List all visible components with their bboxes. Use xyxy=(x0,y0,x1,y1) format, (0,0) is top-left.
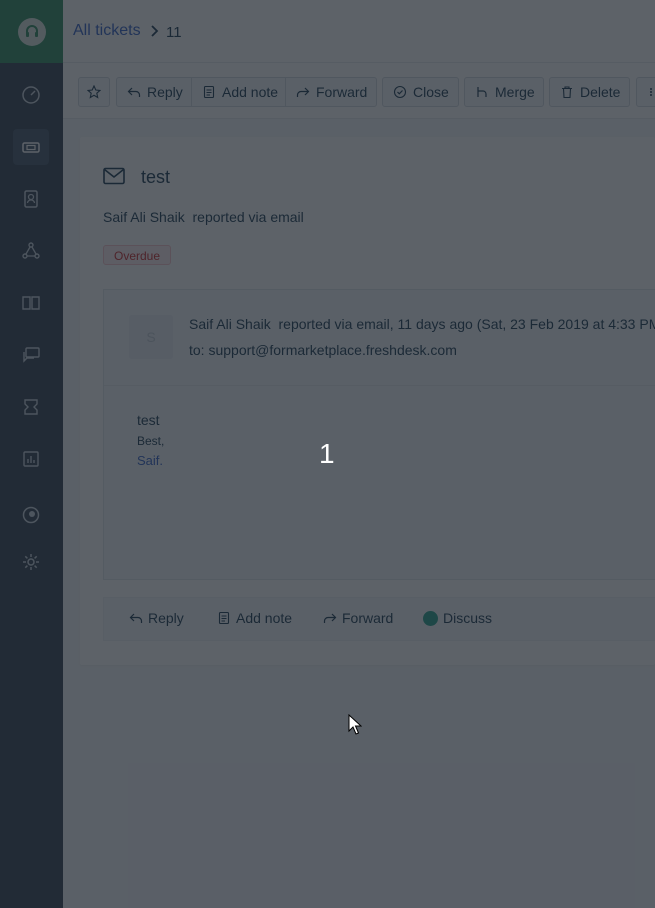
tickets-icon[interactable] xyxy=(13,129,49,165)
forward-icon xyxy=(323,613,337,623)
mouse-cursor-icon xyxy=(348,714,362,735)
more-options-button[interactable] xyxy=(636,77,655,107)
forward-label: Forward xyxy=(342,610,394,626)
ticket-toolbar: Reply Add note Forward Close Merge Delet… xyxy=(63,63,655,119)
avatar: S xyxy=(129,315,173,359)
reporter-name[interactable]: Saif Ali Shaik xyxy=(103,209,185,225)
breadcrumb-ticket-id: 11 xyxy=(166,24,182,41)
bottom-reply-button[interactable]: Reply xyxy=(129,610,184,626)
close-label: Close xyxy=(413,84,449,100)
breadcrumb-all-tickets[interactable]: All tickets xyxy=(73,22,141,40)
merge-button[interactable]: Merge xyxy=(464,77,544,107)
discuss-icon xyxy=(423,610,438,626)
headset-icon xyxy=(17,17,46,46)
reply-label: Reply xyxy=(147,84,183,100)
ticket-card: test Saif Ali Shaik reported via email O… xyxy=(80,137,655,665)
reply-button[interactable]: Reply xyxy=(116,77,192,107)
add-note-button[interactable]: Add note xyxy=(191,77,286,107)
forward-label: Forward xyxy=(316,84,368,100)
bottom-add-note-button[interactable]: Add note xyxy=(217,610,292,626)
reply-action-bar: Reply Add note Forward Discuss xyxy=(103,597,655,641)
sent-info: reported via email, 11 days ago (Sat, 23… xyxy=(278,316,655,332)
message-body: test Best, Saif. xyxy=(137,412,164,468)
conversation-meta: Saif Ali Shaik reported via email, 11 da… xyxy=(189,316,655,332)
freshchat-icon[interactable] xyxy=(13,497,49,533)
add-note-label: Add note xyxy=(222,84,279,100)
solutions-icon[interactable] xyxy=(13,285,49,321)
step-number: 1 xyxy=(319,438,335,469)
chevron-right-icon xyxy=(151,25,159,37)
star-button[interactable] xyxy=(78,77,110,107)
body-line: Best, xyxy=(137,434,165,448)
reports-icon[interactable] xyxy=(13,441,49,477)
merge-icon xyxy=(477,87,487,97)
discuss-button[interactable]: Discuss xyxy=(423,610,492,626)
forward-button[interactable]: Forward xyxy=(285,77,377,107)
header: All tickets 11 xyxy=(63,0,655,63)
freshdesk-logo[interactable] xyxy=(0,0,63,63)
reply-icon xyxy=(129,613,143,623)
sender-name[interactable]: Saif Ali Shaik xyxy=(189,316,271,332)
conversation-header: S Saif Ali Shaik reported via email, 11 … xyxy=(104,290,655,386)
reported-via: reported via email xyxy=(192,209,304,225)
note-icon xyxy=(218,611,230,625)
forums-icon[interactable] xyxy=(13,337,49,373)
more-vertical-icon xyxy=(650,88,652,96)
add-note-label: Add note xyxy=(236,610,293,626)
body-line: Saif. xyxy=(137,453,164,468)
check-circle-icon xyxy=(393,85,407,99)
merge-label: Merge xyxy=(495,84,535,100)
star-icon xyxy=(87,85,101,99)
social-icon[interactable] xyxy=(13,233,49,269)
delete-button[interactable]: Delete xyxy=(549,77,630,107)
trash-icon xyxy=(562,86,572,99)
delete-label: Delete xyxy=(580,84,621,100)
body-line: test xyxy=(137,412,160,428)
reply-label: Reply xyxy=(148,610,184,626)
bottom-forward-button[interactable]: Forward xyxy=(323,610,393,626)
conversation-item: S Saif Ali Shaik reported via email, 11 … xyxy=(103,289,655,580)
dashboard-icon[interactable] xyxy=(13,77,49,113)
gamification-icon[interactable] xyxy=(13,389,49,425)
note-icon xyxy=(203,85,215,99)
reporter-line: Saif Ali Shaik reported via email xyxy=(103,209,304,225)
forward-icon xyxy=(296,87,310,97)
contacts-icon[interactable] xyxy=(13,181,49,217)
recipient-line: to: support@formarketplace.freshdesk.com xyxy=(189,342,457,358)
discuss-label: Discuss xyxy=(443,610,493,626)
status-badge: Overdue xyxy=(103,245,172,265)
ticket-subject: test xyxy=(141,167,171,187)
admin-gear-icon[interactable] xyxy=(13,544,49,580)
close-button[interactable]: Close xyxy=(382,77,459,107)
reply-icon xyxy=(127,87,141,97)
sidebar xyxy=(0,0,63,908)
email-icon xyxy=(103,167,125,185)
